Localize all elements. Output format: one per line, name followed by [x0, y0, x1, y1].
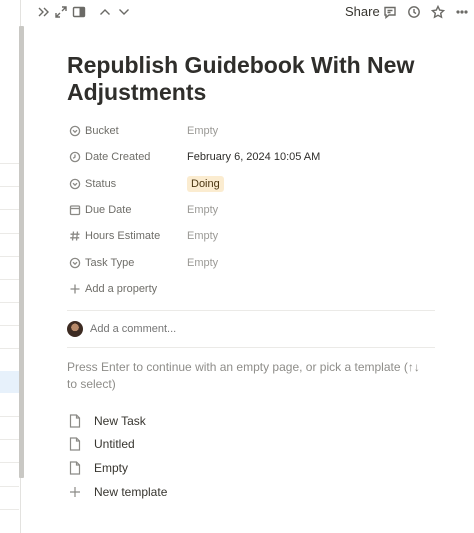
property-name: Bucket — [85, 125, 119, 138]
property-due-date[interactable]: Due Date Empty — [67, 197, 437, 223]
table-row-divider — [0, 256, 19, 257]
more-icon[interactable] — [454, 4, 470, 20]
template-item-new-task[interactable]: New Task — [67, 409, 367, 433]
table-row-divider — [0, 302, 19, 303]
chevron-down-icon[interactable] — [116, 4, 132, 20]
page-icon — [67, 413, 83, 429]
select-icon — [67, 123, 83, 139]
page-icon — [67, 436, 83, 452]
template-list: New Task Untitled Empty New template — [67, 409, 367, 503]
template-item-untitled[interactable]: Untitled — [67, 433, 367, 457]
table-row-divider — [0, 279, 19, 280]
side-peek-panel: Share Republish Guidebook With New Adjus… — [25, 0, 474, 533]
divider — [67, 310, 435, 311]
topbar: Share — [25, 0, 474, 26]
property-name: Due Date — [85, 204, 132, 217]
status-icon — [67, 176, 83, 192]
property-name: Task Type — [85, 256, 135, 269]
background-page-strip — [0, 0, 21, 533]
property-name: Hours Estimate — [85, 230, 161, 243]
template-hint-text: Press Enter to continue with an empty pa… — [67, 360, 420, 391]
page-title[interactable]: Republish Guidebook With New Adjustments — [67, 52, 427, 106]
hash-icon — [67, 228, 83, 244]
share-button[interactable]: Share — [345, 4, 380, 19]
property-value[interactable]: Empty — [187, 230, 218, 242]
history-clock-icon[interactable] — [406, 4, 422, 20]
table-row-divider — [0, 233, 19, 234]
double-chevron-right-icon[interactable] — [35, 4, 51, 20]
property-status[interactable]: Status Doing — [67, 171, 437, 197]
table-row-divider — [0, 209, 19, 210]
star-icon[interactable] — [430, 4, 446, 20]
clock-icon — [67, 149, 83, 165]
property-date-created[interactable]: Date Created February 6, 2024 10:05 AM — [67, 144, 437, 170]
table-row-divider — [0, 325, 19, 326]
template-label: Empty — [94, 460, 129, 475]
selected-row-highlight — [0, 371, 19, 393]
table-row-divider — [0, 462, 19, 463]
template-item-empty[interactable]: Empty — [67, 456, 367, 480]
scrollbar[interactable] — [19, 26, 24, 478]
property-value[interactable]: Empty — [187, 125, 218, 137]
table-row-divider — [0, 509, 19, 510]
expand-icon[interactable] — [53, 4, 69, 20]
add-property-label: Add a property — [85, 282, 158, 295]
property-name: Status — [85, 177, 117, 190]
add-property-button[interactable]: Add a property — [67, 276, 437, 302]
template-label: Untitled — [94, 437, 135, 452]
template-label: New template — [94, 484, 168, 499]
calendar-icon — [67, 202, 83, 218]
properties-list: Bucket Empty Date Created February 6, 20… — [67, 118, 437, 302]
plus-icon — [67, 281, 83, 297]
property-value[interactable]: Empty — [187, 204, 218, 216]
page-icon — [67, 460, 83, 476]
new-template-button[interactable]: New template — [67, 480, 367, 504]
chevron-up-icon[interactable] — [97, 4, 113, 20]
table-row-divider — [0, 186, 19, 187]
property-bucket[interactable]: Bucket Empty — [67, 118, 437, 144]
comment-input[interactable] — [90, 323, 390, 335]
property-value[interactable]: February 6, 2024 10:05 AM — [187, 151, 320, 163]
comment-row — [67, 319, 437, 339]
table-row-divider — [0, 439, 19, 440]
table-row-divider — [0, 348, 19, 349]
table-row-divider — [0, 486, 19, 487]
select-icon — [67, 255, 83, 271]
property-hours-estimate[interactable]: Hours Estimate Empty — [67, 223, 437, 249]
property-name: Date Created — [85, 151, 151, 164]
divider — [67, 347, 435, 348]
avatar — [67, 321, 83, 337]
template-label: New Task — [94, 413, 146, 428]
table-row-divider — [0, 416, 19, 417]
status-badge[interactable]: Doing — [187, 175, 224, 192]
property-value[interactable]: Empty — [187, 257, 218, 269]
property-task-type[interactable]: Task Type Empty — [67, 249, 437, 275]
side-peek-icon[interactable] — [71, 4, 87, 20]
plus-icon — [67, 484, 83, 500]
table-row-divider — [0, 163, 19, 164]
comment-icon[interactable] — [382, 4, 398, 20]
